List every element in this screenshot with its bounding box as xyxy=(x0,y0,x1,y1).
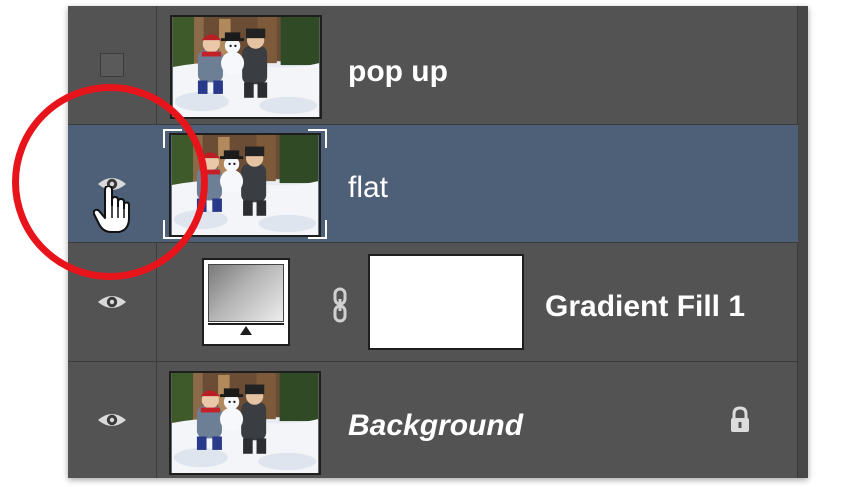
hand-pointer-icon xyxy=(92,185,133,239)
layer-row-flat[interactable]: flat xyxy=(68,125,798,243)
layer-mask-thumbnail[interactable] xyxy=(368,254,524,350)
layer-name-gradient-fill[interactable]: Gradient Fill 1 xyxy=(545,290,745,324)
layer-thumbnail-background[interactable] xyxy=(169,371,321,475)
scrollbar[interactable] xyxy=(797,6,808,478)
layer-thumbnail-flat[interactable] xyxy=(169,133,321,237)
layer-name-background[interactable]: Background xyxy=(348,409,523,443)
gradient-bar xyxy=(208,323,284,325)
gradient-preview xyxy=(208,264,284,322)
layer-name-pop-up[interactable]: pop up xyxy=(348,55,448,89)
gradient-fill-thumbnail[interactable] xyxy=(202,258,290,346)
lock-icon xyxy=(729,406,751,439)
visibility-toggle-gradient-fill[interactable] xyxy=(68,243,156,361)
gradient-stop-marker xyxy=(240,326,252,335)
layer-thumbnail-pop-up[interactable] xyxy=(170,15,322,119)
eye-icon[interactable] xyxy=(97,410,127,430)
layer-name-flat[interactable]: flat xyxy=(348,171,388,205)
visibility-toggle-pop-up[interactable] xyxy=(68,6,156,124)
visibility-checkbox-off[interactable] xyxy=(100,53,124,77)
layer-row-background[interactable]: Background xyxy=(68,362,798,478)
eye-icon[interactable] xyxy=(97,292,127,312)
layer-row-pop-up[interactable]: pop up xyxy=(68,6,798,125)
chain-link-icon[interactable] xyxy=(332,287,348,328)
visibility-toggle-background[interactable] xyxy=(68,362,156,478)
layer-row-gradient-fill[interactable]: Gradient Fill 1 xyxy=(68,243,798,362)
layers-panel: pop up flat Gradient Fill 1 Background xyxy=(68,6,808,478)
